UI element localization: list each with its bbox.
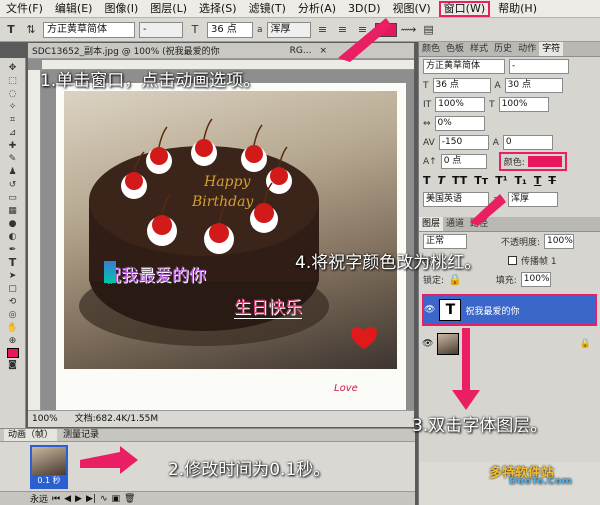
- arrow-to-layer: [452, 328, 480, 410]
- annotation-step2: 2.修改时间为0.1秒。: [168, 460, 331, 480]
- arrow-to-frame-time: [80, 446, 138, 474]
- arrow-to-window-menu: [338, 18, 392, 62]
- annotation-step4: 4.将祝字颜色改为桃红。: [295, 253, 482, 273]
- annotation-step3: 3.双击字体图层。: [412, 416, 548, 436]
- arrow-to-color: [470, 194, 506, 226]
